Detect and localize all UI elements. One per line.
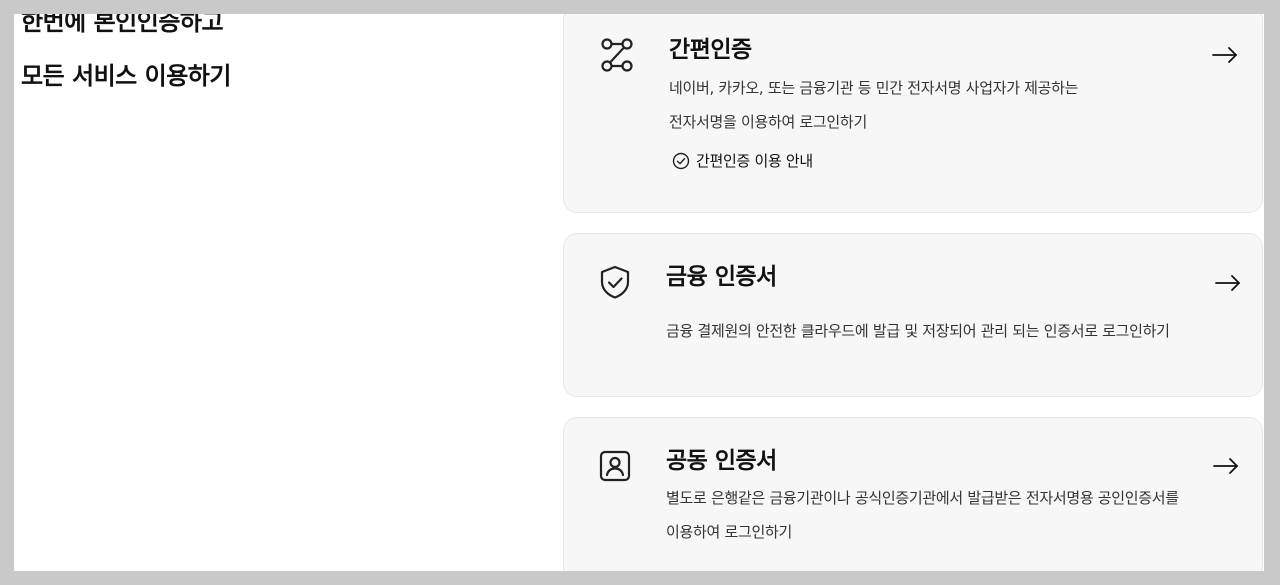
financial-certificate-description: 금융 결제원의 안전한 클라우드에 발급 및 저장되어 관리 되는 인증서로 로… (666, 322, 1170, 340)
simple-auth-card[interactable]: 간편인증 네이버, 카카오, 또는 금융기관 등 민간 전자서명 사업자가 제공… (563, 14, 1263, 213)
check-circle-icon (672, 152, 690, 170)
simple-auth-guide-label: 간편인증 이용 안내 (696, 152, 813, 170)
user-badge-icon (597, 448, 633, 484)
arrow-right-icon[interactable] (1212, 456, 1240, 476)
headline-line-2: 모든 서비스 이용하기 (21, 62, 231, 90)
headline-line-1: 한번에 본인인증하고 (21, 14, 224, 36)
flow-icon (599, 37, 635, 73)
simple-auth-desc-line-1: 네이버, 카카오, 또는 금융기관 등 민간 전자서명 사업자가 제공하는 (669, 79, 1079, 97)
arrow-right-icon[interactable] (1211, 45, 1239, 65)
simple-auth-description: 네이버, 카카오, 또는 금융기관 등 민간 전자서명 사업자가 제공하는 전자… (669, 71, 1209, 139)
simple-auth-desc-line-2: 전자서명을 이용하여 로그인하기 (669, 113, 867, 131)
simple-auth-guide-link[interactable]: 간편인증 이용 안내 (672, 150, 813, 171)
joint-certificate-desc-line-1: 별도로 은행같은 금융기관이나 공식인증기관에서 발급받은 전자서명용 공인인증… (666, 489, 1179, 507)
shield-check-icon (597, 264, 633, 300)
page: 한번에 본인인증하고 모든 서비스 이용하기 간편인증 네이버, 카카오, 또는… (14, 14, 1264, 571)
joint-certificate-description: 별도로 은행같은 금융기관이나 공식인증기관에서 발급받은 전자서명용 공인인증… (666, 481, 1226, 549)
joint-certificate-desc-line-2: 이용하여 로그인하기 (666, 523, 792, 541)
simple-auth-title: 간편인증 (669, 37, 752, 63)
joint-certificate-card[interactable]: 공동 인증서 별도로 은행같은 금융기관이나 공식인증기관에서 발급받은 전자서… (563, 417, 1263, 571)
financial-certificate-card[interactable]: 금융 인증서 금융 결제원의 안전한 클라우드에 발급 및 저장되어 관리 되는… (563, 233, 1263, 397)
arrow-right-icon[interactable] (1214, 273, 1242, 293)
financial-certificate-title: 금융 인증서 (666, 264, 777, 290)
joint-certificate-title: 공동 인증서 (666, 448, 777, 474)
